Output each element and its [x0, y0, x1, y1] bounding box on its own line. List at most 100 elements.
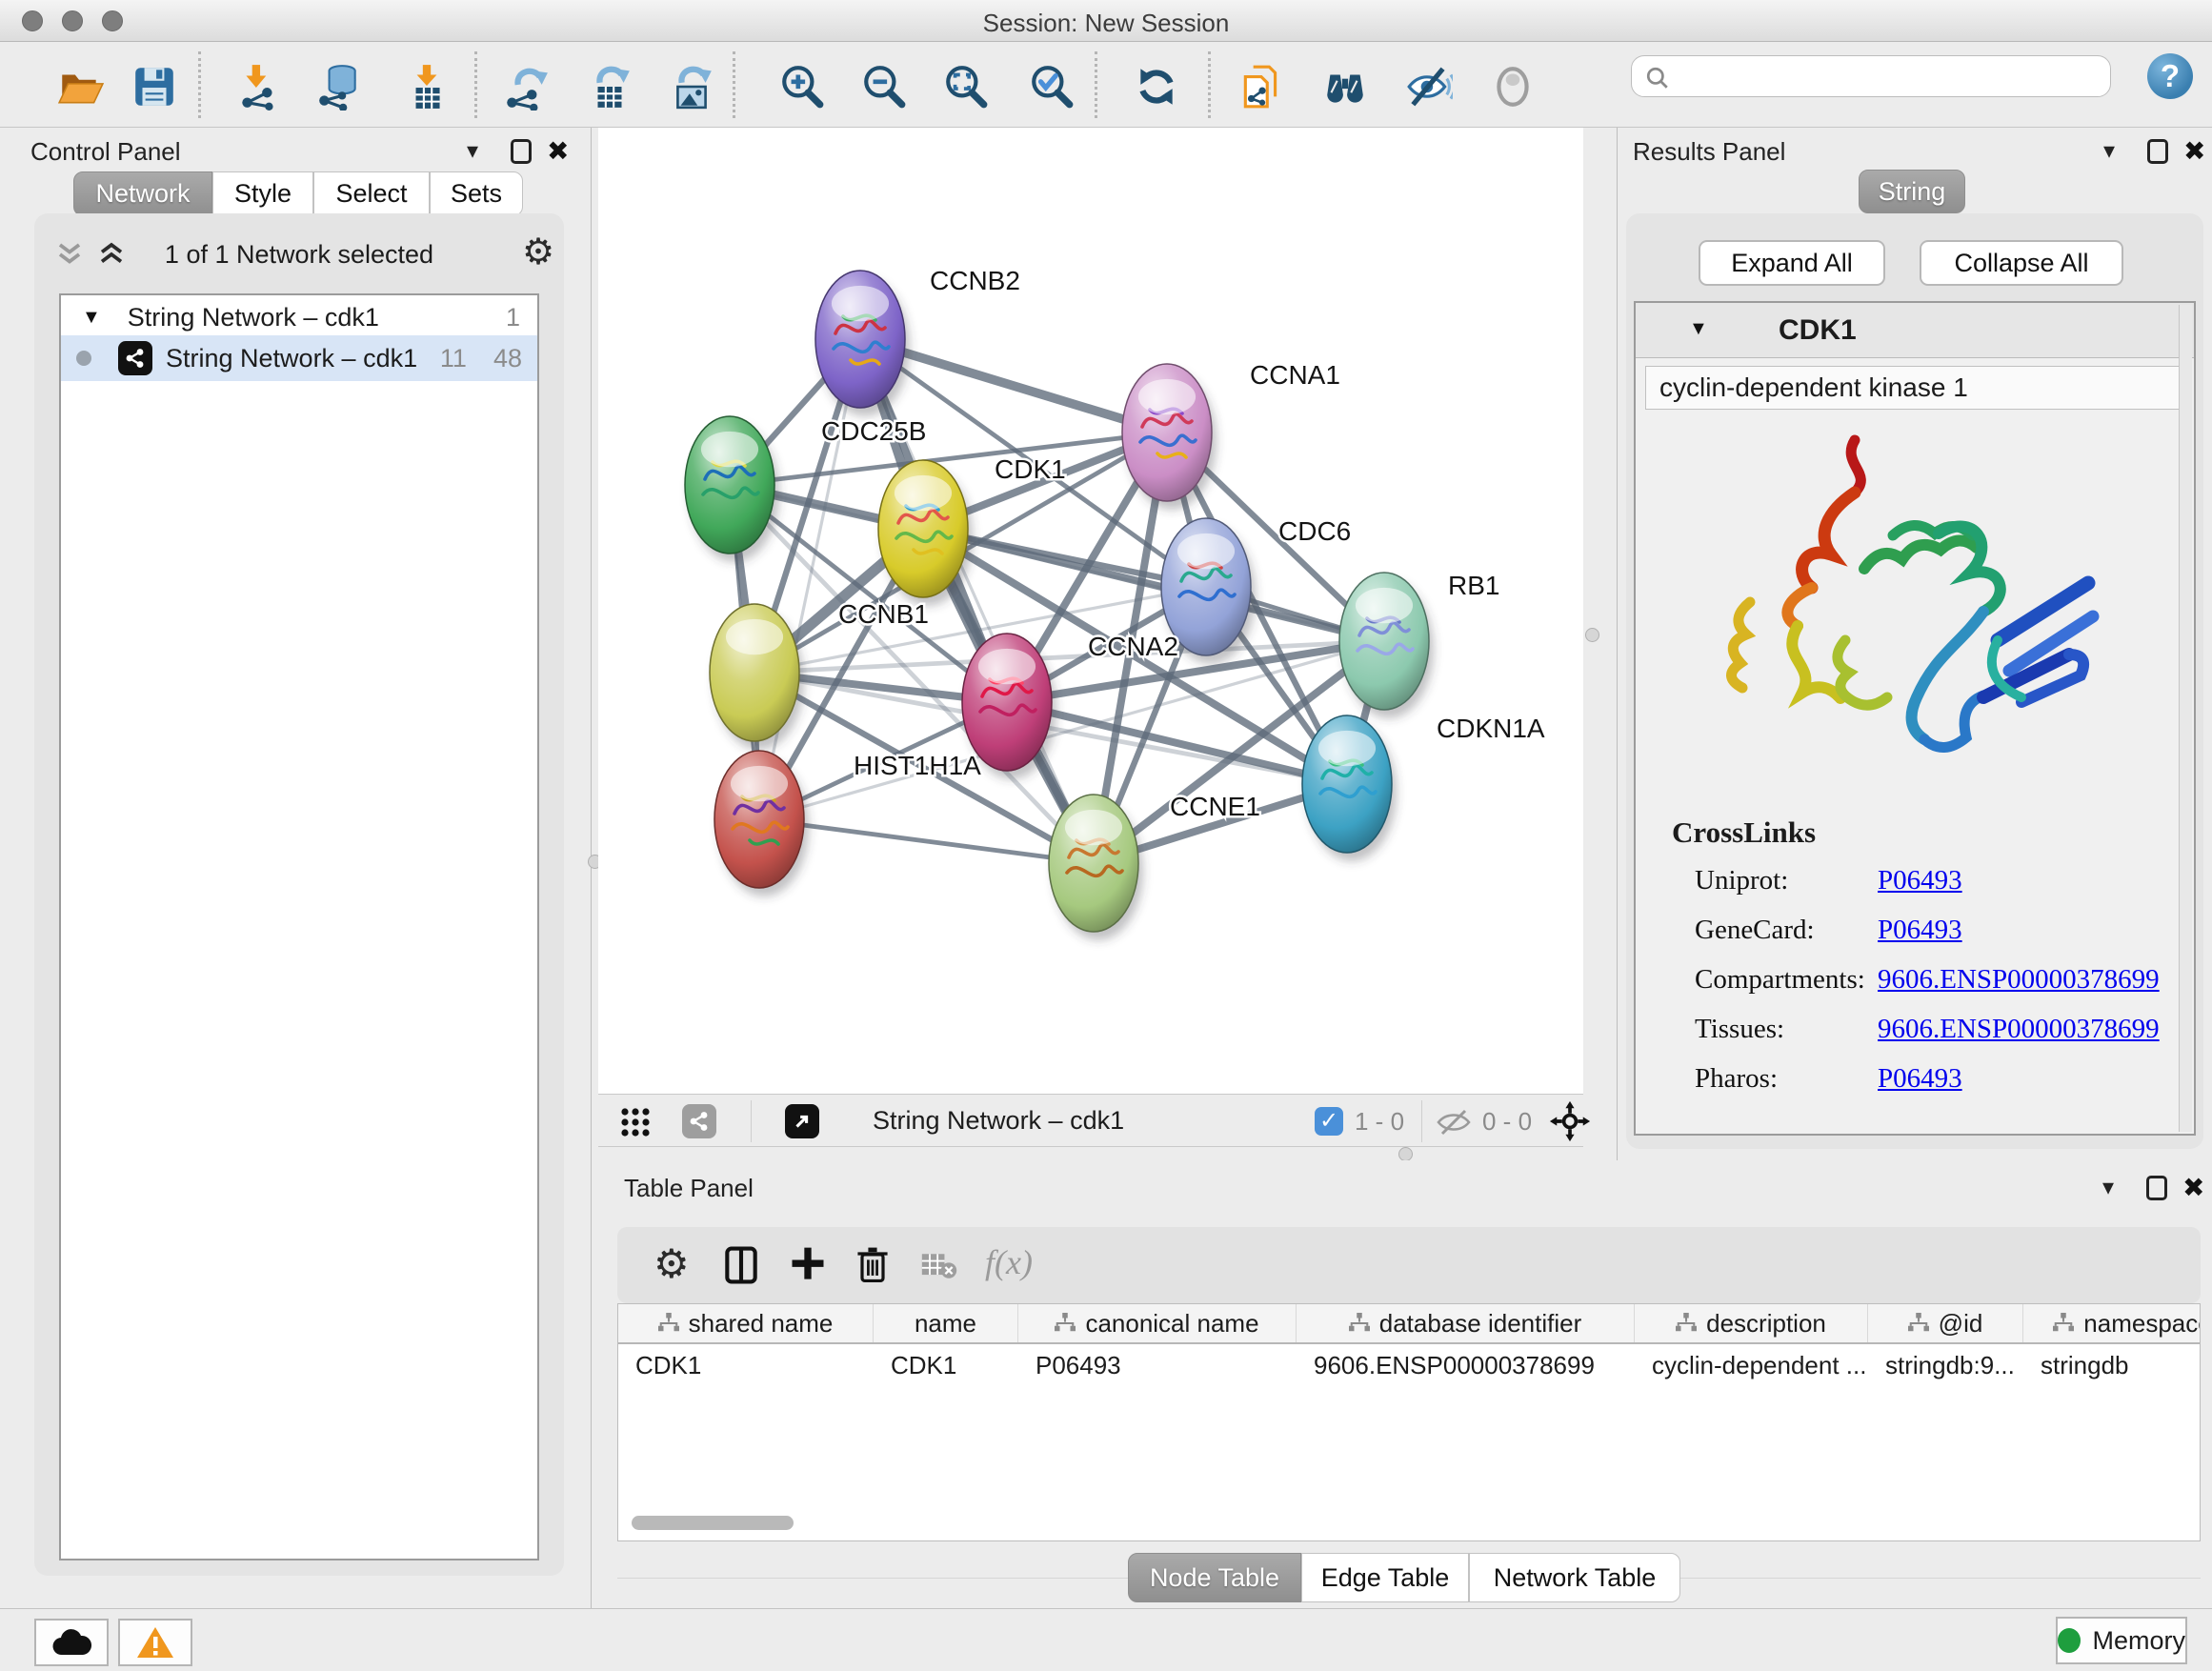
eye-slash-icon — [1405, 63, 1453, 111]
show-all-button[interactable] — [1489, 63, 1537, 111]
import-network-database-button[interactable] — [315, 63, 363, 111]
cell-canonical-name[interactable]: P06493 — [1018, 1344, 1297, 1386]
network-edge[interactable] — [759, 819, 1094, 863]
show-columns-icon[interactable] — [720, 1244, 762, 1286]
table-horizontal-scrollbar[interactable] — [632, 1516, 794, 1530]
panel-menu-icon[interactable]: ▾ — [467, 137, 478, 165]
cell-namespace[interactable]: stringdb — [2023, 1344, 2201, 1386]
network-node-HIST1H1A[interactable] — [714, 751, 804, 888]
panel-float-icon[interactable] — [2147, 139, 2168, 164]
cell-id[interactable]: stringdb:9... — [1868, 1344, 2023, 1386]
gene-header-row[interactable]: ▼ CDK1 — [1636, 303, 2194, 358]
help-button[interactable]: ? — [2147, 53, 2193, 99]
gene-expand-icon[interactable]: ▼ — [1689, 318, 1708, 340]
cell-shared-name[interactable]: CDK1 — [618, 1344, 874, 1386]
collection-expand-icon[interactable]: ▼ — [82, 307, 101, 329]
toolbar-separator — [733, 51, 735, 118]
zoom-in-button[interactable] — [778, 63, 826, 111]
open-in-window-icon[interactable] — [785, 1104, 819, 1138]
tab-sets[interactable]: Sets — [430, 171, 523, 216]
save-session-button[interactable] — [131, 63, 178, 111]
tab-network[interactable]: Network — [73, 171, 212, 216]
collapse-all-button[interactable]: Collapse All — [1920, 240, 2123, 286]
function-builder-icon[interactable]: f(x) — [985, 1242, 1033, 1282]
uniprot-link[interactable]: P06493 — [1878, 865, 1962, 915]
import-network-file-button[interactable] — [235, 63, 283, 111]
column-header-shared-name[interactable]: shared name — [618, 1304, 874, 1342]
tab-style[interactable]: Style — [212, 171, 313, 216]
cell-name[interactable]: CDK1 — [874, 1344, 1018, 1386]
first-neighbors-button[interactable] — [1321, 63, 1369, 111]
memory-button[interactable]: Memory — [2056, 1617, 2187, 1664]
zoom-selected-button[interactable] — [1028, 63, 1076, 111]
expand-all-button[interactable]: Expand All — [1699, 240, 1885, 286]
network-node-CDKN1A[interactable] — [1302, 715, 1392, 853]
tab-network-table[interactable]: Network Table — [1469, 1553, 1680, 1602]
network-row-selected[interactable]: String Network – cdk1 11 48 — [61, 335, 537, 381]
network-node-RB1[interactable] — [1339, 573, 1429, 710]
network-edge[interactable] — [759, 339, 860, 819]
delete-table-icon[interactable] — [920, 1252, 958, 1280]
cell-database-identifier[interactable]: 9606.ENSP00000378699 — [1297, 1344, 1635, 1386]
column-header-namespace[interactable]: namespace — [2023, 1304, 2201, 1342]
right-splitter-grip[interactable] — [1585, 628, 1599, 642]
column-header-id[interactable]: @id — [1868, 1304, 2023, 1342]
open-session-button[interactable] — [56, 63, 104, 111]
cloud-button[interactable] — [34, 1619, 109, 1666]
network-options-gear-icon[interactable]: ⚙ — [522, 234, 554, 271]
pan-target-icon[interactable] — [1549, 1100, 1591, 1142]
network-canvas[interactable]: CCNB2CCNA1CDC25BCDK1CDC6RB1CCNB1CCNA2CDK… — [598, 128, 1583, 1094]
column-type-icon — [658, 1313, 679, 1334]
delete-column-icon[interactable] — [852, 1242, 894, 1286]
panel-float-icon[interactable] — [2146, 1176, 2167, 1200]
column-header-canonical-name[interactable]: canonical name — [1018, 1304, 1297, 1342]
table-row[interactable]: CDK1 CDK1 P06493 9606.ENSP00000378699 cy… — [618, 1344, 2200, 1386]
crosslink-row: Compartments: 9606.ENSP00000378699 — [1695, 964, 2181, 1014]
tab-string[interactable]: String — [1859, 170, 1965, 213]
network-node-CDK1[interactable] — [878, 460, 968, 597]
import-table-button[interactable] — [403, 63, 451, 111]
tab-select[interactable]: Select — [313, 171, 430, 216]
tab-edge-table[interactable]: Edge Table — [1301, 1553, 1469, 1602]
cell-description[interactable]: cyclin-dependent ... — [1635, 1344, 1868, 1386]
genecard-link[interactable]: P06493 — [1878, 915, 1962, 964]
toolbar-separator — [198, 51, 201, 118]
apply-layout-button[interactable] — [1133, 63, 1180, 111]
network-node-CCNE1[interactable] — [1049, 795, 1138, 932]
new-network-from-selection-button[interactable] — [1237, 63, 1285, 111]
network-collection-row[interactable]: ▼ String Network – cdk1 1 — [61, 295, 537, 335]
column-header-description[interactable]: description — [1635, 1304, 1868, 1342]
table-options-gear-icon[interactable]: ⚙ — [654, 1246, 690, 1282]
column-header-name[interactable]: name — [874, 1304, 1018, 1342]
search-input[interactable] — [1631, 55, 2111, 97]
zoom-out-button[interactable] — [860, 63, 908, 111]
panel-float-icon[interactable] — [511, 139, 532, 164]
network-node-CCNB2[interactable] — [815, 271, 905, 408]
export-image-button[interactable] — [668, 63, 715, 111]
compartments-link[interactable]: 9606.ENSP00000378699 — [1878, 964, 2160, 1014]
zoom-fit-button[interactable] — [942, 63, 990, 111]
tab-node-table[interactable]: Node Table — [1128, 1553, 1301, 1602]
selected-checkbox-icon[interactable]: ✓ — [1315, 1107, 1343, 1136]
add-column-icon[interactable] — [787, 1244, 829, 1286]
network-node-CDC25B[interactable] — [685, 416, 774, 554]
network-type-icon[interactable] — [682, 1104, 716, 1138]
network-node-CCNA1[interactable] — [1122, 364, 1212, 501]
results-scrollbar[interactable] — [2179, 305, 2192, 1132]
panel-close-icon[interactable]: ✖ — [2182, 1176, 2204, 1200]
panel-menu-icon[interactable]: ▾ — [2103, 137, 2115, 165]
pharos-link[interactable]: P06493 — [1878, 1063, 1962, 1113]
column-type-icon — [1908, 1313, 1929, 1334]
panel-close-icon[interactable]: ✖ — [547, 139, 569, 164]
hide-selected-button[interactable] — [1405, 63, 1453, 111]
horizontal-splitter-grip[interactable] — [1398, 1147, 1413, 1161]
grid-view-icon[interactable] — [619, 1106, 652, 1138]
warnings-button[interactable] — [118, 1619, 192, 1666]
export-network-button[interactable] — [502, 63, 550, 111]
panel-menu-icon[interactable]: ▾ — [2102, 1174, 2114, 1201]
tissues-link[interactable]: 9606.ENSP00000378699 — [1878, 1014, 2160, 1063]
column-header-database-identifier[interactable]: database identifier — [1297, 1304, 1635, 1342]
network-node-CCNB1[interactable] — [710, 604, 799, 741]
export-table-button[interactable] — [586, 63, 633, 111]
panel-close-icon[interactable]: ✖ — [2183, 139, 2205, 164]
